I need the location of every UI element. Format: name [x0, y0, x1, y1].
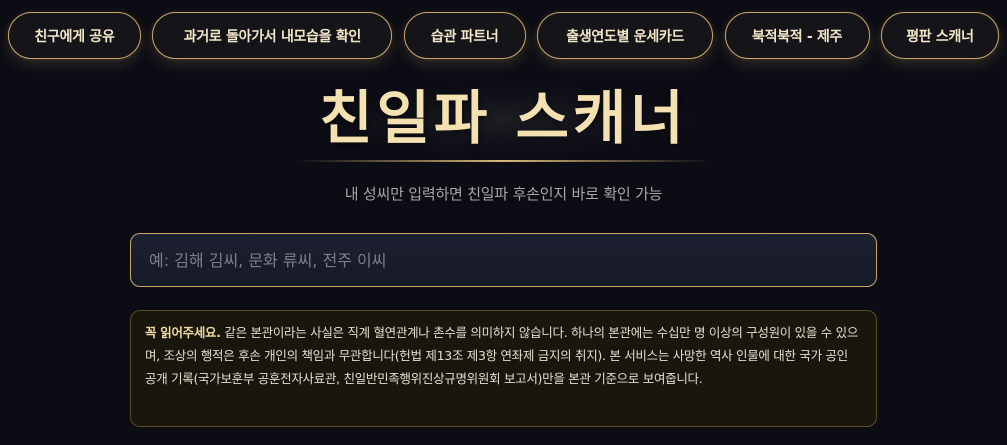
page-title: 친일파 스캐너 [319, 84, 688, 152]
page-subtitle: 내 성씨만 입력하면 친일파 후손인지 바로 확인 가능 [344, 185, 663, 203]
notice-body: 같은 본관이라는 사실은 직계 혈연관계나 촌수를 의미하지 않습니다. 하나의… [145, 325, 859, 386]
nav-jeju-button[interactable]: 북적북적 - 제주 [724, 12, 870, 59]
surname-search-input[interactable] [130, 233, 877, 287]
nav-habit-partner-button[interactable]: 습관 파트너 [403, 12, 526, 59]
nav-past-self-button[interactable]: 과거로 돌아가서 내모습을 확인 [152, 12, 393, 59]
nav-share-button[interactable]: 친구에게 공유 [8, 12, 141, 59]
title-section: 친일파 스캐너 [0, 78, 1007, 158]
notice-box: 꼭 읽어주세요. 같은 본관이라는 사실은 직계 혈연관계나 촌수를 의미하지 … [130, 310, 877, 427]
title-divider [296, 160, 711, 162]
nav-fortune-card-button[interactable]: 출생연도별 운세카드 [537, 12, 714, 59]
notice-lead: 꼭 읽어주세요. [145, 325, 221, 340]
nav-reputation-scanner-button[interactable]: 평판 스캐너 [880, 12, 999, 59]
top-nav: 친구에게 공유 과거로 돌아가서 내모습을 확인 습관 파트너 출생연도별 운세… [8, 12, 999, 60]
